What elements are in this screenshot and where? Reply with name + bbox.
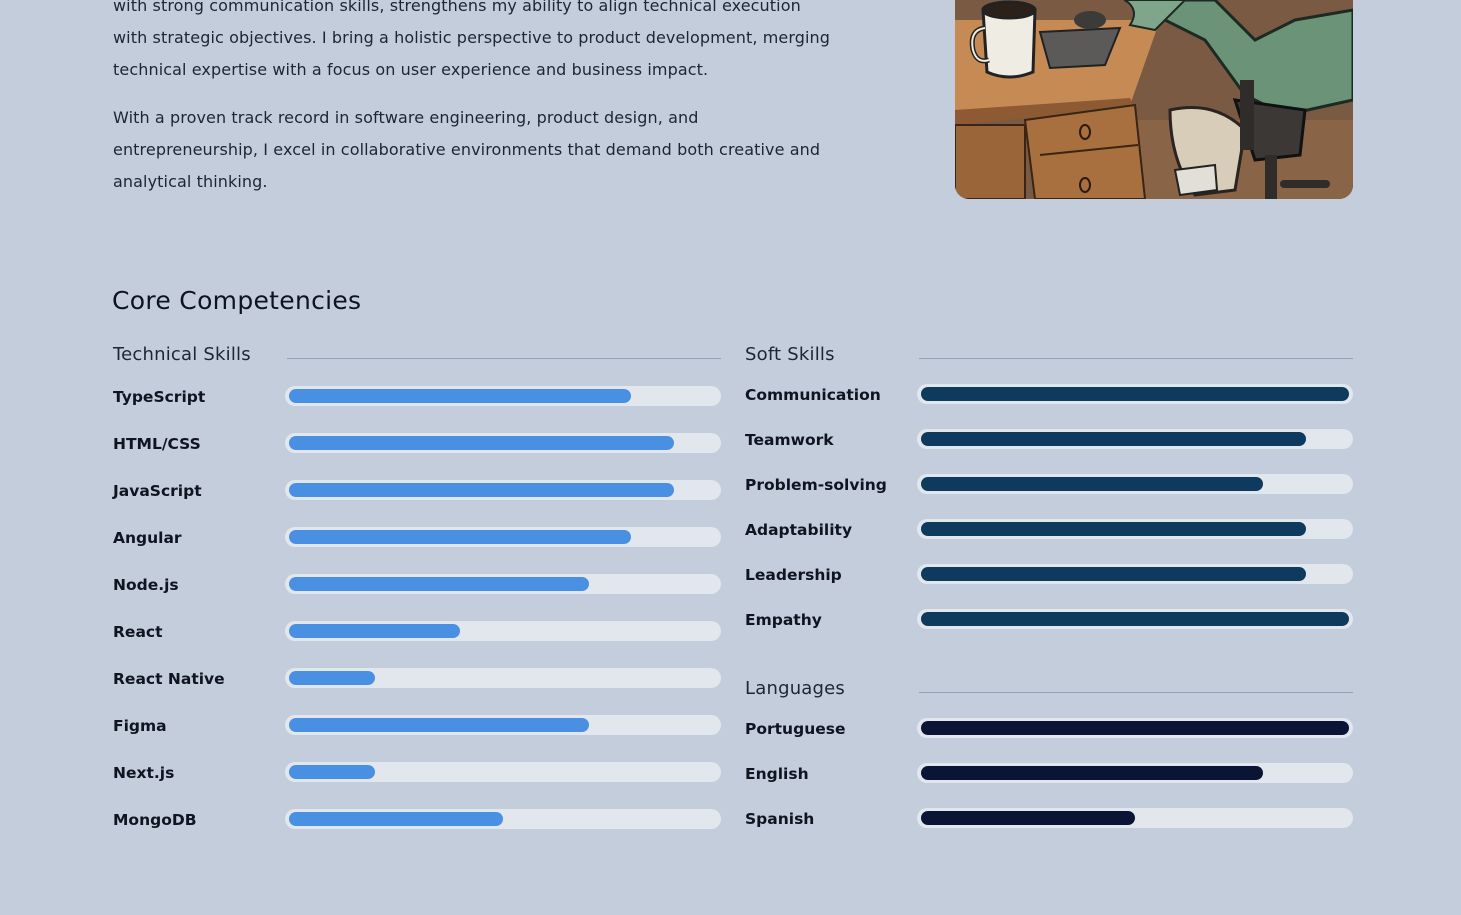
skill-label: Portuguese [745, 720, 846, 738]
skill-row: Problem-solving [745, 474, 1353, 498]
technical-skills-group: Technical Skills TypeScript HTML/CSS JavaS… [113, 344, 721, 844]
soft-skills-group: Soft Skills Communication Teamwork Problem… [745, 344, 1353, 644]
skill-row: TypeScript [113, 386, 721, 410]
about-paragraph: with strong communication skills, streng… [113, 0, 831, 79]
skill-bar-fill [289, 624, 460, 638]
skill-row: Figma [113, 715, 721, 739]
skill-bar-track [285, 715, 721, 735]
about-text: with strong communication skills, streng… [113, 0, 833, 198]
skill-bar-fill [921, 432, 1306, 446]
skill-bar-fill [289, 530, 631, 544]
skill-row: MongoDB [113, 809, 721, 833]
skill-bar-track [917, 718, 1353, 738]
skill-bar-fill [921, 721, 1349, 735]
skill-bar-fill [921, 811, 1135, 825]
skill-label: React [113, 623, 163, 641]
technical-skills-header: Technical Skills [113, 344, 721, 374]
skill-bar-track [285, 574, 721, 594]
skill-bar-track [917, 519, 1353, 539]
skill-row: React Native [113, 668, 721, 692]
skill-bar-fill [289, 389, 631, 403]
skill-label: Angular [113, 529, 182, 547]
skill-label: HTML/CSS [113, 435, 201, 453]
skill-label: Communication [745, 386, 881, 404]
skill-label: Figma [113, 717, 167, 735]
skill-row: Spanish [745, 808, 1353, 832]
skill-row: Next.js [113, 762, 721, 786]
skill-bar-track [285, 433, 721, 453]
skill-row: Adaptability [745, 519, 1353, 543]
skill-bar-fill [921, 612, 1349, 626]
skill-label: Leadership [745, 566, 842, 584]
divider [919, 358, 1353, 359]
languages-title: Languages [745, 678, 846, 699]
about-page: with strong communication skills, streng… [0, 0, 1461, 915]
skill-bar-fill [289, 577, 589, 591]
skill-row: Leadership [745, 564, 1353, 588]
skill-bar-track [285, 809, 721, 829]
core-competencies-title: Core Competencies [112, 286, 362, 315]
skill-row: JavaScript [113, 480, 721, 504]
skill-label: JavaScript [113, 482, 202, 500]
skill-label: English [745, 765, 809, 783]
skill-bar-track [917, 808, 1353, 828]
skill-bar-fill [921, 766, 1263, 780]
languages-header: Languages [745, 678, 1353, 708]
skill-label: TypeScript [113, 388, 206, 406]
skill-bar-track [285, 762, 721, 782]
soft-skills-title: Soft Skills [745, 344, 835, 365]
skill-bar-fill [289, 483, 674, 497]
skill-label: Teamwork [745, 431, 834, 449]
skill-bar-track [917, 429, 1353, 449]
technical-skills-title: Technical Skills [113, 344, 251, 365]
skill-bar-track [285, 386, 721, 406]
soft-skills-header: Soft Skills [745, 344, 1353, 374]
skill-label: Next.js [113, 764, 175, 782]
skill-bar-track [917, 384, 1353, 404]
divider [287, 358, 721, 359]
skill-bar-track [917, 609, 1353, 629]
skill-bar-track [285, 527, 721, 547]
skill-row: HTML/CSS [113, 433, 721, 457]
skill-bar-fill [289, 812, 503, 826]
skill-bar-fill [921, 477, 1263, 491]
skill-bar-fill [921, 567, 1306, 581]
skill-bar-fill [921, 387, 1349, 401]
skill-row: Empathy [745, 609, 1353, 633]
skill-row: Teamwork [745, 429, 1353, 453]
about-paragraph: With a proven track record in software e… [113, 108, 821, 191]
developer-at-desk-illustration [955, 0, 1353, 199]
skill-row: Communication [745, 384, 1353, 408]
skill-bar-fill [289, 436, 674, 450]
skill-bar-fill [289, 671, 375, 685]
skill-row: Angular [113, 527, 721, 551]
skill-bar-track [917, 763, 1353, 783]
skill-bar-fill [921, 522, 1306, 536]
skill-bar-track [917, 564, 1353, 584]
skill-bar-fill [289, 765, 375, 779]
skill-label: Adaptability [745, 521, 853, 539]
skill-label: Problem-solving [745, 476, 887, 494]
skill-row: Portuguese [745, 718, 1353, 742]
skill-label: Node.js [113, 576, 179, 594]
skill-row: English [745, 763, 1353, 787]
skill-row: Node.js [113, 574, 721, 598]
skill-bar-fill [289, 718, 589, 732]
skill-label: MongoDB [113, 811, 197, 829]
divider [919, 692, 1353, 693]
skill-bar-track [917, 474, 1353, 494]
skill-label: Spanish [745, 810, 815, 828]
languages-group: Languages Portuguese English Spanish [745, 678, 1353, 848]
skill-label: Empathy [745, 611, 822, 629]
skill-bar-track [285, 621, 721, 641]
skill-bar-track [285, 480, 721, 500]
skill-bar-track [285, 668, 721, 688]
skill-row: React [113, 621, 721, 645]
skill-label: React Native [113, 670, 225, 688]
